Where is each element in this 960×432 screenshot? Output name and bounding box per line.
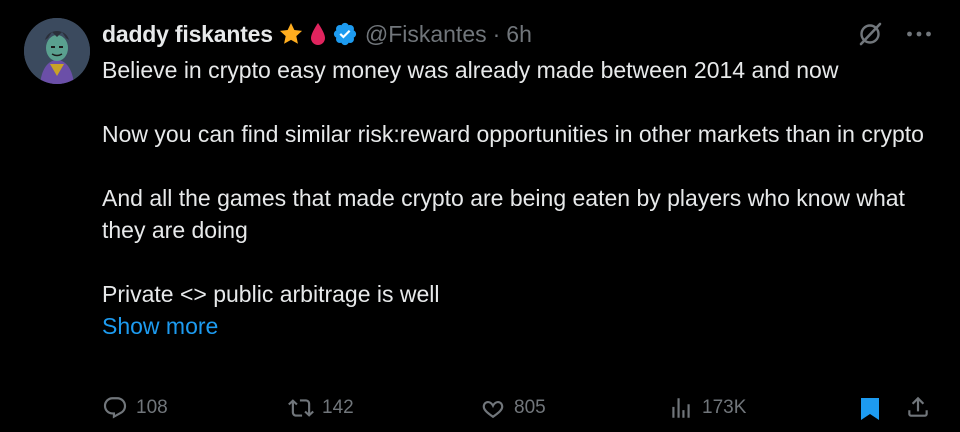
- reply-count: 108: [136, 397, 168, 418]
- bookmark-icon[interactable]: [858, 396, 882, 427]
- heart-icon: [480, 395, 506, 421]
- tweet-paragraph: Now you can find similar risk:reward opp…: [102, 121, 924, 147]
- repost-count: 142: [322, 397, 354, 418]
- reply-icon: [102, 395, 128, 421]
- like-button[interactable]: 805: [480, 392, 546, 424]
- repost-button[interactable]: 142: [288, 392, 354, 424]
- avatar-image: [24, 18, 90, 84]
- reply-button[interactable]: 108: [102, 392, 168, 424]
- repost-icon: [288, 395, 314, 421]
- tweet-paragraph: Private <> public arbitrage is well: [102, 281, 440, 307]
- avatar[interactable]: [24, 18, 90, 84]
- tweet-paragraph: And all the games that made crypto are b…: [102, 185, 905, 243]
- tweet-paragraph: Believe in crypto easy money was already…: [102, 57, 839, 83]
- more-icon[interactable]: [906, 30, 932, 38]
- timestamp[interactable]: 6h: [506, 21, 532, 48]
- action-bar: 108 142 805 173K: [102, 392, 932, 424]
- top-actions: [856, 20, 932, 48]
- views-count: 173K: [702, 397, 747, 418]
- tweet-header: daddy fiskantes @Fiskantes · 6h: [102, 20, 532, 48]
- views-button[interactable]: 173K: [668, 392, 746, 424]
- show-more-link[interactable]: Show more: [102, 310, 218, 342]
- blood-drop-icon: [309, 21, 327, 47]
- tweet: daddy fiskantes @Fiskantes · 6h Believe …: [0, 0, 960, 432]
- handle[interactable]: @Fiskantes: [365, 21, 487, 48]
- display-name[interactable]: daddy fiskantes: [102, 21, 273, 48]
- verified-icon[interactable]: [332, 21, 358, 47]
- grok-icon[interactable]: [856, 20, 884, 48]
- separator: ·: [492, 20, 501, 47]
- views-icon: [668, 395, 694, 421]
- tweet-text: Believe in crypto easy money was already…: [102, 54, 932, 342]
- like-count: 805: [514, 397, 546, 418]
- share-icon[interactable]: [905, 394, 931, 425]
- star-icon: [278, 21, 304, 47]
